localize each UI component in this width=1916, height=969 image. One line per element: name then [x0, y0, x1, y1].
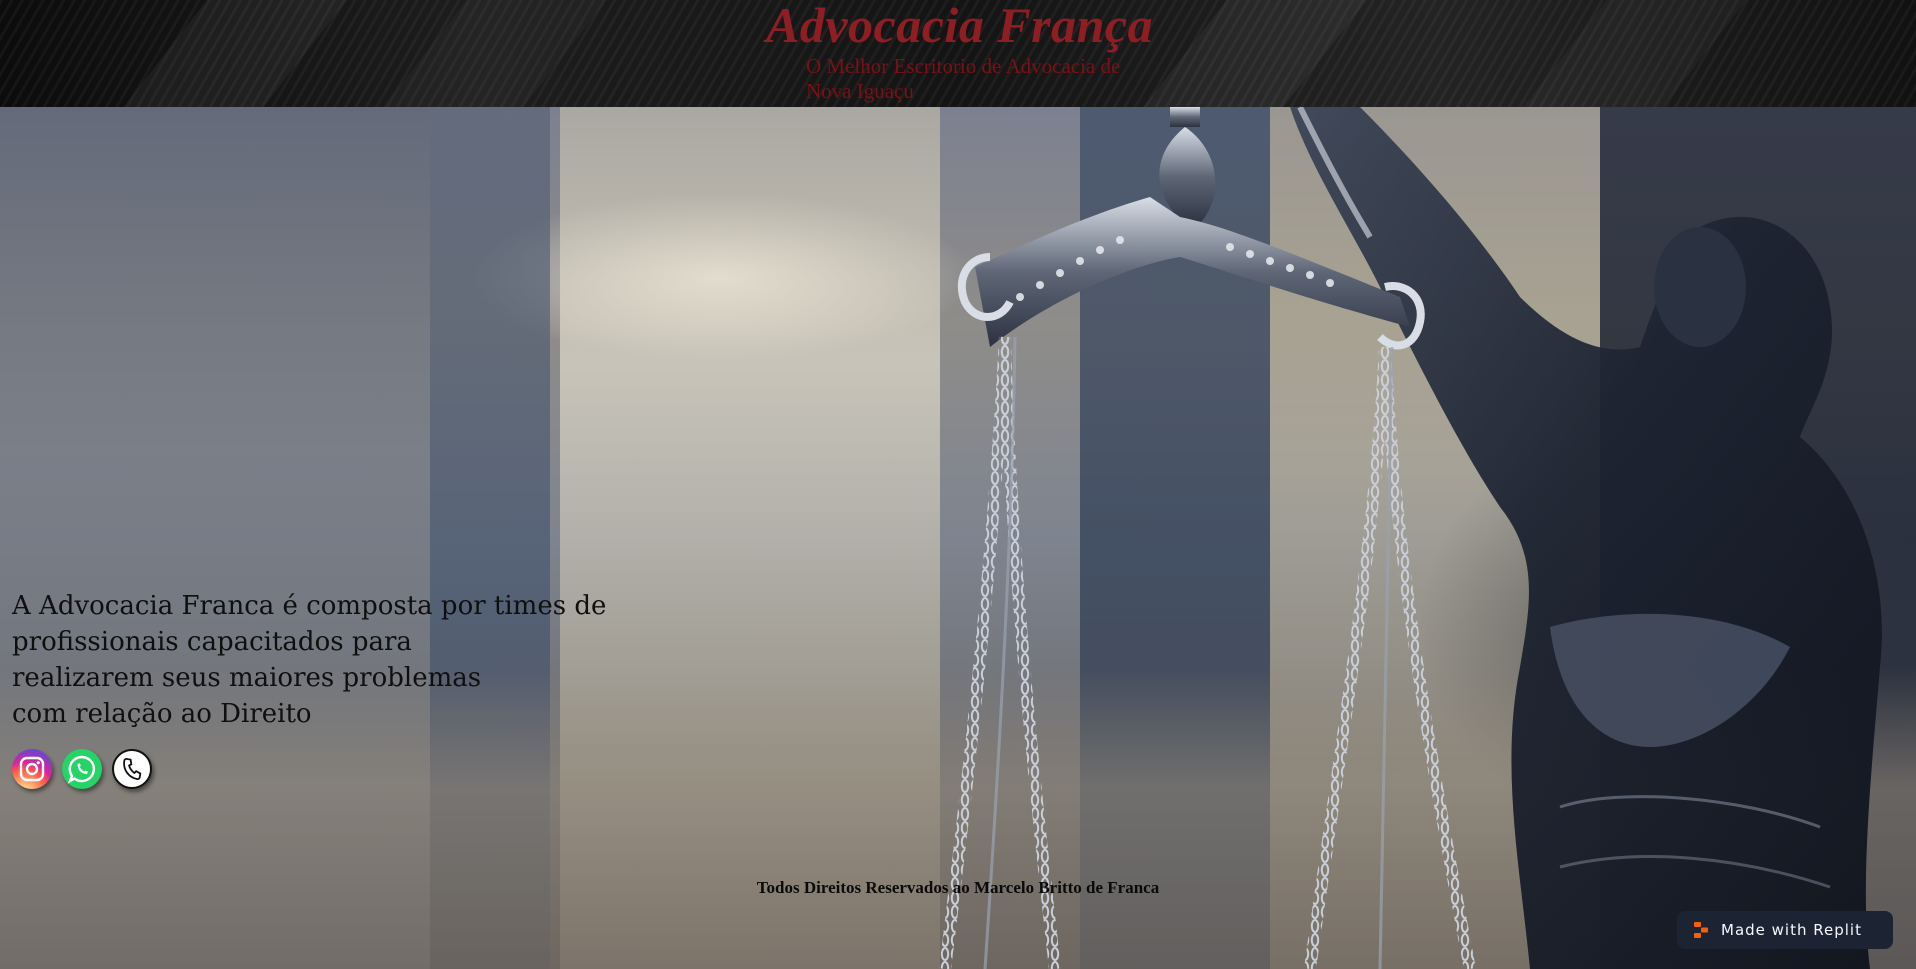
- social-links: [12, 749, 152, 789]
- site-subtitle: O Melhor Escritorio de Advocacia de Nova…: [806, 54, 1121, 103]
- copyright-text: Todos Direitos Reservados ao Marcelo Bri…: [756, 878, 1160, 897]
- hero-description-line: profissionais capacitados para: [12, 627, 412, 657]
- whatsapp-link[interactable]: [62, 749, 102, 789]
- badge-label: Made with Replit: [1721, 921, 1862, 939]
- hero-description-line: realizarem seus maiores problemas: [12, 663, 482, 693]
- site-header: Advocacia França O Melhor Escritorio de …: [0, 0, 1916, 107]
- phone-icon: [123, 758, 142, 780]
- phone-link[interactable]: [112, 749, 152, 789]
- hero-description: A Advocacia Franca é composta por times …: [12, 588, 612, 732]
- hero-description-line: com relação ao Direito: [12, 699, 312, 729]
- whatsapp-icon: [67, 755, 95, 784]
- header-texture: [81, 0, 379, 107]
- header-texture: [342, 0, 638, 107]
- replit-icon: [1694, 922, 1708, 938]
- made-with-replit-badge[interactable]: Made with Replit: [1677, 911, 1893, 949]
- instagram-icon: [19, 756, 45, 782]
- header-texture: [1482, 0, 1778, 107]
- site-title: Advocacia França: [766, 0, 1154, 53]
- instagram-link[interactable]: [12, 749, 52, 789]
- hero-description-line: A Advocacia Franca é composta por times …: [12, 591, 607, 621]
- justice-scale-image: [939, 107, 1882, 969]
- hero-section: A Advocacia Franca é composta por times …: [0, 107, 1916, 969]
